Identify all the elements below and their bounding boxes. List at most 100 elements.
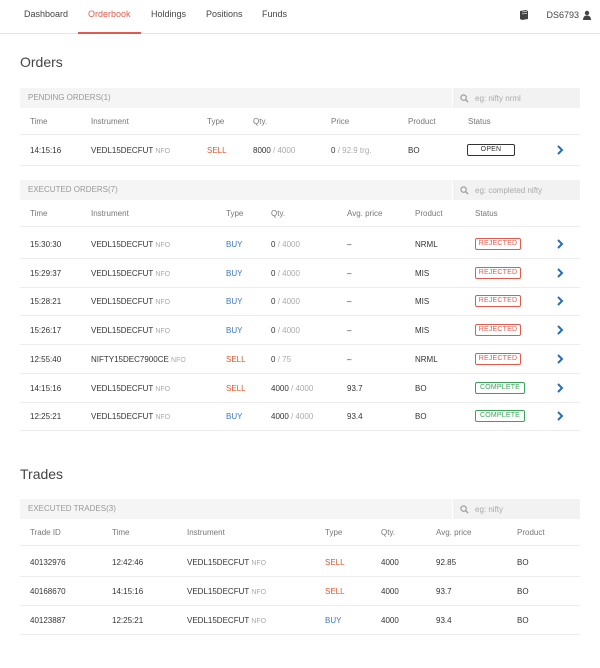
order-qty: 0 / 4000 [271,297,300,306]
nav-item-orderbook[interactable]: Orderbook [78,0,141,34]
col-qty[interactable]: Qty. [253,117,267,126]
status-badge: REJECTED [475,352,521,365]
col-instrument[interactable]: Instrument [91,209,129,218]
order-type: SELL [226,354,246,364]
trade-avg-price: 93.7 [436,587,452,596]
exchange-label: NFO [251,589,267,596]
qty-filled: 0 [271,354,276,364]
user-id[interactable]: DS6793 [546,10,579,20]
order-instrument: VEDL15DECFUT NFO [91,297,170,306]
search-icon [460,185,469,195]
instrument-name: VEDL15DECFUT [91,326,154,336]
qty-filled: 0 [271,240,276,249]
chevron-right-icon[interactable] [556,411,564,421]
col-time[interactable]: Time [112,528,129,537]
table-row[interactable]: 15:26:17 VEDL15DECFUT NFO BUY 0 / 4000 – MIS R… [20,316,580,346]
trade-id: 40132976 [30,558,66,567]
col-status[interactable]: Status [475,209,498,218]
table-row[interactable]: 40123887 12:25:21 VEDL15DECFUT NFO BUY 4000 9… [20,606,580,635]
table-row[interactable]: 40168670 14:15:16 VEDL15DECFUT NFO SELL 4000… [20,577,580,606]
order-qty: 0 / 4000 [271,240,300,249]
col-price[interactable]: Price [331,117,349,126]
executed-orders-search-input[interactable] [475,185,575,195]
qty-total: / 75 [277,354,292,364]
book-icon[interactable] [518,9,530,21]
nav-item-dashboard[interactable]: Dashboard [24,0,68,34]
col-product[interactable]: Product [517,528,545,537]
exchange-label: NFO [251,618,267,625]
executed-orders-title: EXECUTED ORDERS(7) [28,185,118,194]
table-row[interactable]: 15:28:21 VEDL15DECFUT NFO BUY 0 / 4000 – MIS R… [20,287,580,317]
price-extra: / 92.9 trg. [337,146,372,155]
col-type[interactable]: Type [325,528,342,537]
col-qty[interactable]: Qty. [271,209,285,218]
nav-item-positions[interactable]: Positions [206,0,243,34]
status-badge: REJECTED [475,238,521,250]
chevron-right-icon[interactable] [556,145,564,155]
col-type[interactable]: Type [207,117,224,126]
chevron-right-icon[interactable] [556,296,564,307]
order-product: BO [415,383,427,393]
trade-instrument: VEDL15DECFUT NFO [187,558,266,567]
order-instrument: VEDL15DECFUT NFO [91,240,170,249]
exchange-label: NFO [155,148,171,155]
table-row[interactable]: 14:15:16 VEDL15DECFUT NFO SELL 8000 / 40… [20,136,580,166]
col-type[interactable]: Type [226,209,243,218]
table-row[interactable]: 14:15:16 VEDL15DECFUT NFO SELL 4000 / 4000 9… [20,374,580,403]
order-type: SELL [207,146,227,155]
pending-orders-search-input[interactable] [475,93,575,103]
col-product[interactable]: Product [408,117,436,126]
col-time[interactable]: Time [30,209,47,218]
exchange-label: NFO [171,356,186,364]
instrument-name: VEDL15DECFUT [91,146,154,155]
nav-item-funds[interactable]: Funds [262,0,287,34]
chevron-right-icon[interactable] [556,239,564,249]
col-status[interactable]: Status [468,117,491,126]
trade-time: 14:15:16 [112,587,144,596]
executed-trades-header: Trade ID Time Instrument Type Qty. Avg. … [20,520,580,546]
chevron-right-icon[interactable] [556,354,564,364]
col-time[interactable]: Time [30,117,47,126]
table-row[interactable]: 15:30:30 VEDL15DECFUT NFO BUY 0 / 4000 – NRML… [20,230,580,259]
order-instrument: NIFTY15DEC7900CE NFO [91,355,186,364]
chevron-right-icon[interactable] [556,267,564,278]
order-product: MIS [415,297,430,307]
trade-instrument: VEDL15DECFUT NFO [187,587,266,596]
order-instrument: VEDL15DECFUT NFO [91,146,170,155]
instrument-name: VEDL15DECFUT [91,412,154,422]
instrument-name: VEDL15DECFUT [91,297,154,307]
trade-product: BO [517,558,529,567]
user-area: DS6793 [518,9,592,21]
col-avg-price[interactable]: Avg. price [347,209,382,218]
col-instrument[interactable]: Instrument [187,528,225,537]
order-product: NRML [415,354,438,364]
table-row[interactable]: 40132976 12:42:46 VEDL15DECFUT NFO SELL 4000… [20,548,580,577]
chevron-right-icon[interactable] [556,325,564,335]
table-row[interactable]: 12:25:21 VEDL15DECFUT NFO BUY 4000 / 4000 93… [20,402,580,432]
order-price: 0 / 92.9 trg. [331,146,371,155]
col-product[interactable]: Product [415,209,443,218]
order-time: 15:30:30 [30,240,62,249]
col-avg-price[interactable]: Avg. price [436,528,471,537]
chevron-right-icon[interactable] [556,382,564,393]
search-icon [460,504,469,514]
col-qty[interactable]: Qty. [381,528,395,537]
search-icon [460,93,469,103]
exchange-label: NFO [155,270,171,278]
trade-product: BO [517,587,529,596]
order-product: BO [415,412,427,422]
instrument-name: VEDL15DECFUT [187,616,250,625]
executed-trades-search [452,499,580,519]
trade-type: SELL [325,558,345,567]
status-badge: COMPLETE [475,381,525,394]
qty-total: / 4000 [291,412,314,422]
executed-trades-search-input[interactable] [475,504,575,514]
qty-filled: 0 [271,268,276,278]
col-instrument[interactable]: Instrument [91,117,129,126]
user-icon[interactable] [582,10,592,20]
table-row[interactable]: 15:29:37 VEDL15DECFUT NFO BUY 0 / 4000 – MIS R… [20,259,580,288]
table-row[interactable]: 12:55:40 NIFTY15DEC7900CE NFO SELL 0 / 75 – N… [20,345,580,374]
nav-item-holdings[interactable]: Holdings [151,0,186,34]
col-trade-id[interactable]: Trade ID [30,528,61,537]
order-qty: 4000 / 4000 [271,384,313,393]
